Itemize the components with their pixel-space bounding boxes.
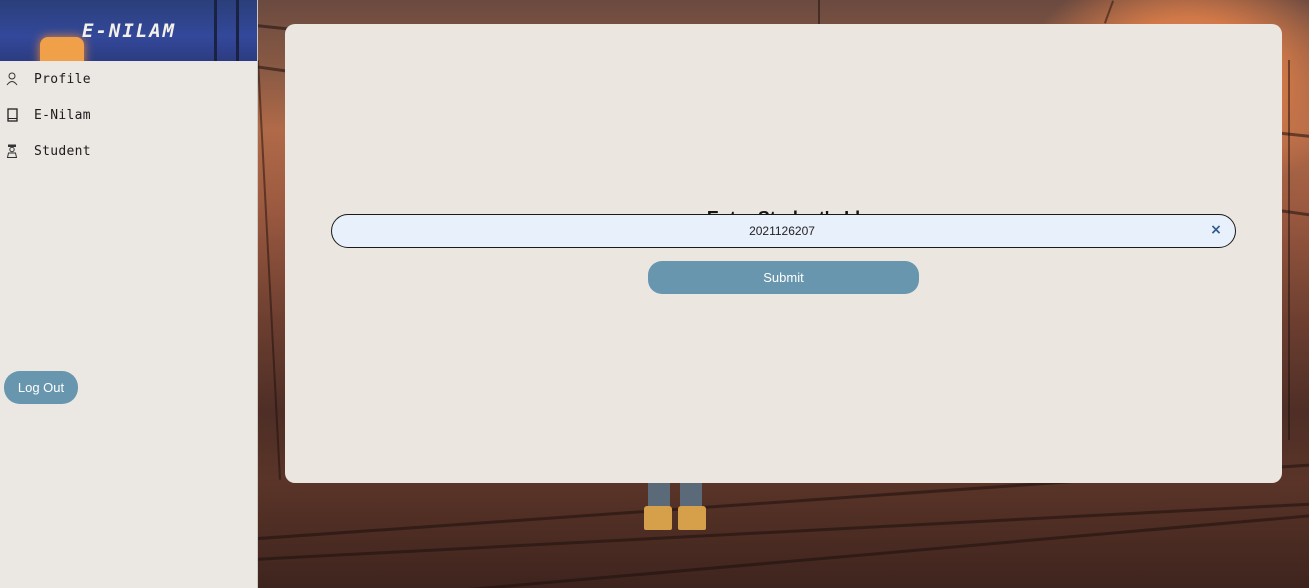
sidebar-item-profile[interactable]: Profile (0, 61, 257, 97)
book-icon (5, 107, 19, 123)
brand-header: E-NILAM (0, 0, 257, 61)
sidebar: E-NILAM Profile E-Nilam Student Log Out (0, 0, 258, 588)
lantern-decoration (40, 37, 84, 61)
brand-title: E-NILAM (82, 20, 177, 42)
clear-icon[interactable]: × (1209, 223, 1223, 237)
submit-button[interactable]: Submit (648, 261, 919, 294)
log-out-button[interactable]: Log Out (4, 371, 78, 404)
student-id-field: × (331, 214, 1236, 248)
sidebar-item-e-nilam[interactable]: E-Nilam (0, 97, 257, 133)
student-id-card: Enter Student's Id × Submit (285, 24, 1282, 483)
sidebar-item-student[interactable]: Student (0, 133, 257, 169)
sidebar-item-label: Profile (34, 71, 91, 87)
student-icon (5, 143, 19, 159)
sidebar-item-label: E-Nilam (34, 107, 91, 123)
student-id-input[interactable] (352, 215, 1212, 246)
person-icon (5, 71, 19, 87)
sidebar-item-label: Student (34, 143, 91, 159)
sidebar-nav: Profile E-Nilam Student (0, 61, 257, 169)
